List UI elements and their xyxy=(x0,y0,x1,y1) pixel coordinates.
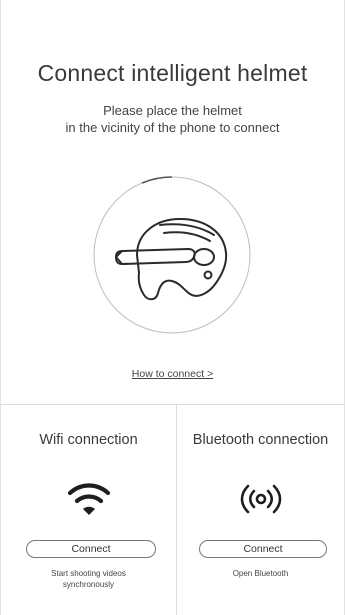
wifi-icon-wrap xyxy=(1,478,176,520)
page-subtitle: Please place the helmet in the vicinity … xyxy=(1,102,344,136)
helmet-icon xyxy=(93,176,251,334)
subtitle-line-2: in the vicinity of the phone to connect xyxy=(65,120,280,135)
page-title: Connect intelligent helmet xyxy=(37,60,308,86)
wifi-connect-button[interactable]: Connect xyxy=(26,540,156,558)
bluetooth-title: Bluetooth connection xyxy=(192,432,329,448)
how-to-connect-row: How to connect > xyxy=(1,368,344,380)
bluetooth-signal-icon xyxy=(240,484,281,514)
wifi-description-line-2: synchronously xyxy=(62,579,115,589)
bluetooth-connection-card: Bluetooth connection Connect Open Blueto… xyxy=(177,405,344,615)
wifi-connection-card: Wifi connection Connect Start shooting v… xyxy=(1,405,177,615)
wifi-icon xyxy=(67,483,110,515)
helmet-connect-panel: Connect intelligent helmet Please place … xyxy=(1,0,344,405)
bluetooth-icon-wrap xyxy=(177,478,344,520)
wifi-description-line-1: Start shooting videos xyxy=(51,569,126,578)
bluetooth-description: Open Bluetooth xyxy=(177,569,344,580)
wifi-title: Wifi connection xyxy=(39,432,138,448)
connection-options: Wifi connection Connect Start shooting v… xyxy=(1,405,344,615)
bluetooth-connect-button[interactable]: Connect xyxy=(199,540,327,558)
wifi-description: Start shooting videos synchronously xyxy=(1,569,176,590)
connect-screen: Connect intelligent helmet Please place … xyxy=(0,0,345,615)
subtitle-line-1: Please place the helmet xyxy=(103,103,242,118)
helmet-illustration xyxy=(92,175,252,335)
how-to-connect-link[interactable]: How to connect > xyxy=(132,368,213,380)
bluetooth-description-line-1: Open Bluetooth xyxy=(232,569,289,578)
